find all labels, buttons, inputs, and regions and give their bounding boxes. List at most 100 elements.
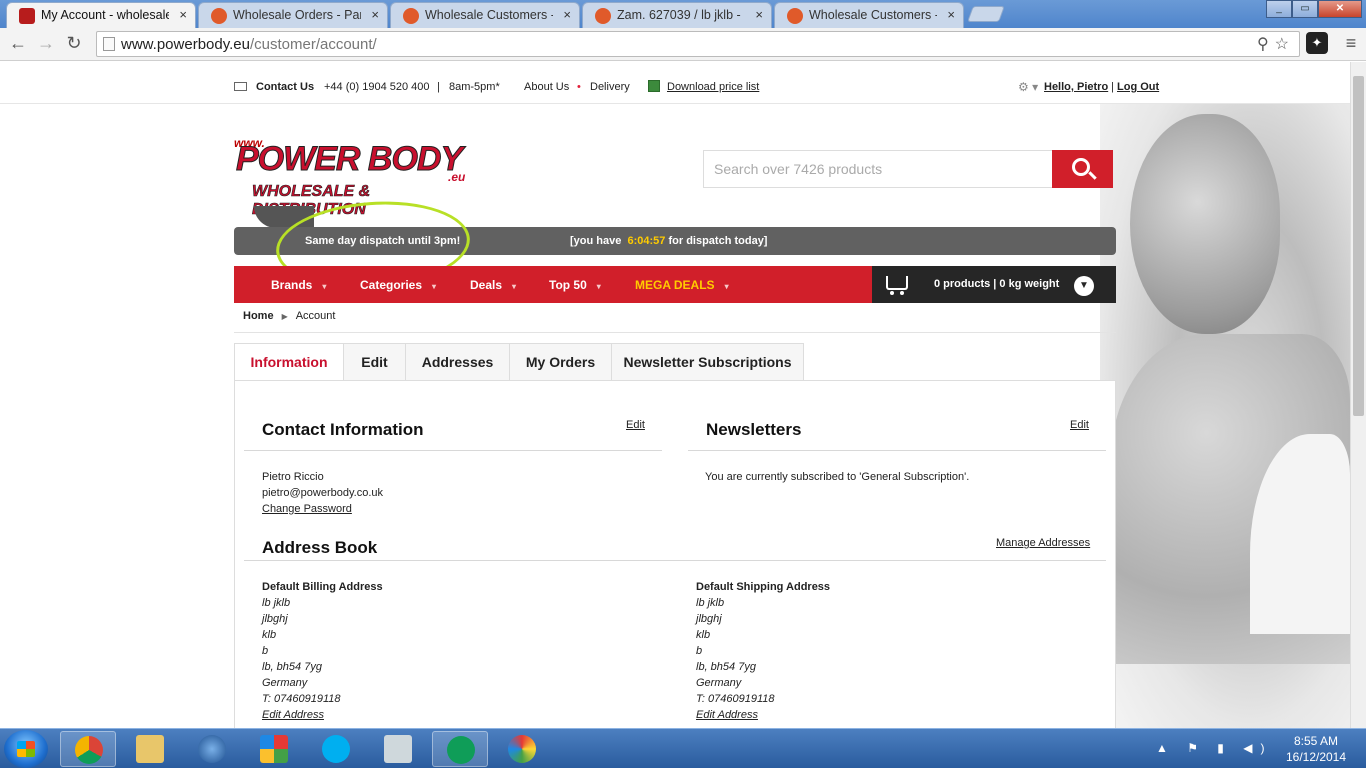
scrollbar-thumb[interactable] (1353, 76, 1364, 416)
browser-tab-1[interactable]: My Account - wholesale s × (6, 2, 196, 28)
top-bar: Contact Us +44 (0) 1904 520 400 | 8am-5p… (0, 62, 1350, 104)
breadcrumb-current: Account (295, 310, 336, 322)
powerbody-logo[interactable]: www. POWER BODY .eu WHOLESALE & DISTRIBU… (234, 130, 486, 228)
forward-button[interactable]: → (34, 32, 58, 56)
billing-address: Default Billing Address lb jklb jlbghj k… (262, 579, 383, 723)
contact-information-title: Contact Information (262, 420, 424, 439)
breadcrumb: Home ▶ Account (243, 310, 335, 322)
bookmark-star-icon[interactable]: ⚲☆ (1257, 34, 1295, 54)
tab-addresses[interactable]: Addresses (405, 343, 510, 381)
taskbar-thunderbird[interactable] (184, 731, 240, 767)
section-divider (244, 560, 1106, 561)
newsletters-edit-link[interactable]: Edit (1070, 419, 1089, 431)
address-line: T: 07460919118 (262, 693, 341, 705)
newsletters-title: Newsletters (706, 420, 802, 439)
taskbar-hangouts[interactable] (432, 731, 488, 767)
close-icon[interactable]: × (947, 3, 955, 27)
maximize-button[interactable]: ▭ (1292, 0, 1318, 18)
tab-newsletter-subscriptions[interactable]: Newsletter Subscriptions (611, 343, 804, 381)
tab-title: My Account - wholesale s (41, 8, 169, 22)
delivery-link[interactable]: Delivery (590, 81, 630, 93)
breadcrumb-home[interactable]: Home (243, 310, 274, 322)
chrome-menu-icon[interactable]: ≡ (1340, 32, 1362, 54)
address-book-title: Address Book (262, 538, 378, 557)
settings-gear-icon[interactable]: ⚙ ▾ (1018, 80, 1038, 94)
download-price-list-link[interactable]: Download price list (667, 81, 759, 93)
close-icon[interactable]: × (755, 3, 763, 27)
address-bar[interactable]: www.powerbody.eu/customer/account/ ⚲☆ (96, 31, 1300, 57)
shipping-address: Default Shipping Address lb jklb jlbghj … (696, 579, 830, 723)
reload-button[interactable]: ↻ (62, 32, 86, 56)
close-icon[interactable]: × (563, 3, 571, 27)
section-divider (244, 450, 662, 451)
taskbar-skype[interactable] (308, 731, 364, 767)
address-line: lb, bh54 7yg (262, 661, 322, 673)
search-button[interactable] (1052, 150, 1113, 188)
opening-hours: 8am-5pm* (449, 81, 500, 93)
address-line: Germany (262, 677, 308, 689)
excel-icon (648, 80, 660, 92)
logout-link[interactable]: Log Out (1117, 81, 1159, 93)
page-viewport: Contact Us +44 (0) 1904 520 400 | 8am-5p… (0, 62, 1350, 728)
change-password-link[interactable]: Change Password (262, 503, 352, 515)
skype-icon (322, 735, 350, 763)
taskbar-chrome[interactable] (60, 731, 116, 767)
search-input[interactable] (703, 150, 1053, 188)
cart-summary-text: 0 products | 0 kg weight (934, 278, 1060, 290)
manage-addresses-link[interactable]: Manage Addresses (996, 537, 1090, 549)
address-line: jlbghj (696, 613, 722, 625)
tab-edit[interactable]: Edit (343, 343, 406, 381)
calculator-icon (384, 735, 412, 763)
window-close-button[interactable]: ✕ (1318, 0, 1362, 18)
nav-top-50[interactable]: Top 50 ▾ (549, 278, 601, 292)
browser-tab-3[interactable]: Wholesale Customers - Pa × (390, 2, 580, 28)
cart-dropdown-icon[interactable]: ▼ (1074, 276, 1094, 296)
nav-mega-deals[interactable]: MEGA DEALS ▾ (635, 278, 729, 292)
browser-tab-5[interactable]: Wholesale Customers - Pa × (774, 2, 964, 28)
taskbar-explorer[interactable] (122, 731, 178, 767)
breadcrumb-arrow-icon: ▶ (281, 312, 288, 321)
tab-title: Wholesale Customers - Pa (809, 8, 937, 22)
account-greeting-link[interactable]: Hello, Pietro (1044, 81, 1108, 93)
browser-toolbar: ← → ↻ www.powerbody.eu/customer/account/… (0, 28, 1366, 61)
section-divider (688, 450, 1106, 451)
countdown-timer: 6:04:57 (627, 235, 666, 247)
close-icon[interactable]: × (179, 3, 187, 27)
edit-billing-address-link[interactable]: Edit Address (262, 707, 383, 723)
contact-us-link[interactable]: Contact Us (256, 81, 314, 93)
back-button[interactable]: ← (6, 32, 30, 56)
powerbody-favicon-icon (19, 8, 35, 24)
extension-icon[interactable]: ✦ (1306, 32, 1328, 54)
taskbar-calculator[interactable] (370, 731, 426, 767)
taskbar-app-launcher[interactable] (246, 731, 302, 767)
divider: | (1111, 81, 1114, 93)
close-icon[interactable]: × (371, 3, 379, 27)
tab-title: Wholesale Customers - Pa (425, 8, 553, 22)
contact-edit-link[interactable]: Edit (626, 419, 645, 431)
system-tray-icons[interactable]: ▲ ⚑ ▮ ◀) (1156, 741, 1272, 755)
new-tab-button[interactable] (967, 6, 1005, 22)
breadcrumb-divider (234, 332, 1116, 333)
browser-tab-2[interactable]: Wholesale Orders - Panel a × (198, 2, 388, 28)
address-line: klb (696, 629, 711, 641)
nav-deals[interactable]: Deals ▾ (470, 278, 516, 292)
nav-brands[interactable]: Brands ▾ (271, 278, 326, 292)
logo-eu: .eu (448, 170, 466, 184)
chrome-icon (75, 736, 103, 764)
taskbar-paint[interactable] (494, 731, 550, 767)
browser-tab-4[interactable]: Zam. 627039 / lb jklb - Pa × (582, 2, 772, 28)
cart-icon (886, 276, 908, 295)
minimize-button[interactable]: _ (1266, 0, 1292, 18)
cart-summary[interactable]: 0 products | 0 kg weight ▼ (872, 266, 1116, 303)
edit-shipping-address-link[interactable]: Edit Address (696, 707, 830, 723)
customer-name: Pietro Riccio (262, 471, 324, 483)
tab-information[interactable]: Information (234, 343, 344, 381)
page-scrollbar[interactable] (1350, 62, 1366, 728)
logo-brand: POWER BODY (235, 140, 463, 179)
mail-icon (234, 82, 247, 91)
start-button[interactable] (4, 730, 48, 768)
about-us-link[interactable]: About Us (524, 81, 569, 93)
tab-my-orders[interactable]: My Orders (509, 343, 612, 381)
nav-categories[interactable]: Categories ▾ (360, 278, 436, 292)
system-clock[interactable]: 8:55 AM 16/12/2014 (1276, 733, 1356, 765)
